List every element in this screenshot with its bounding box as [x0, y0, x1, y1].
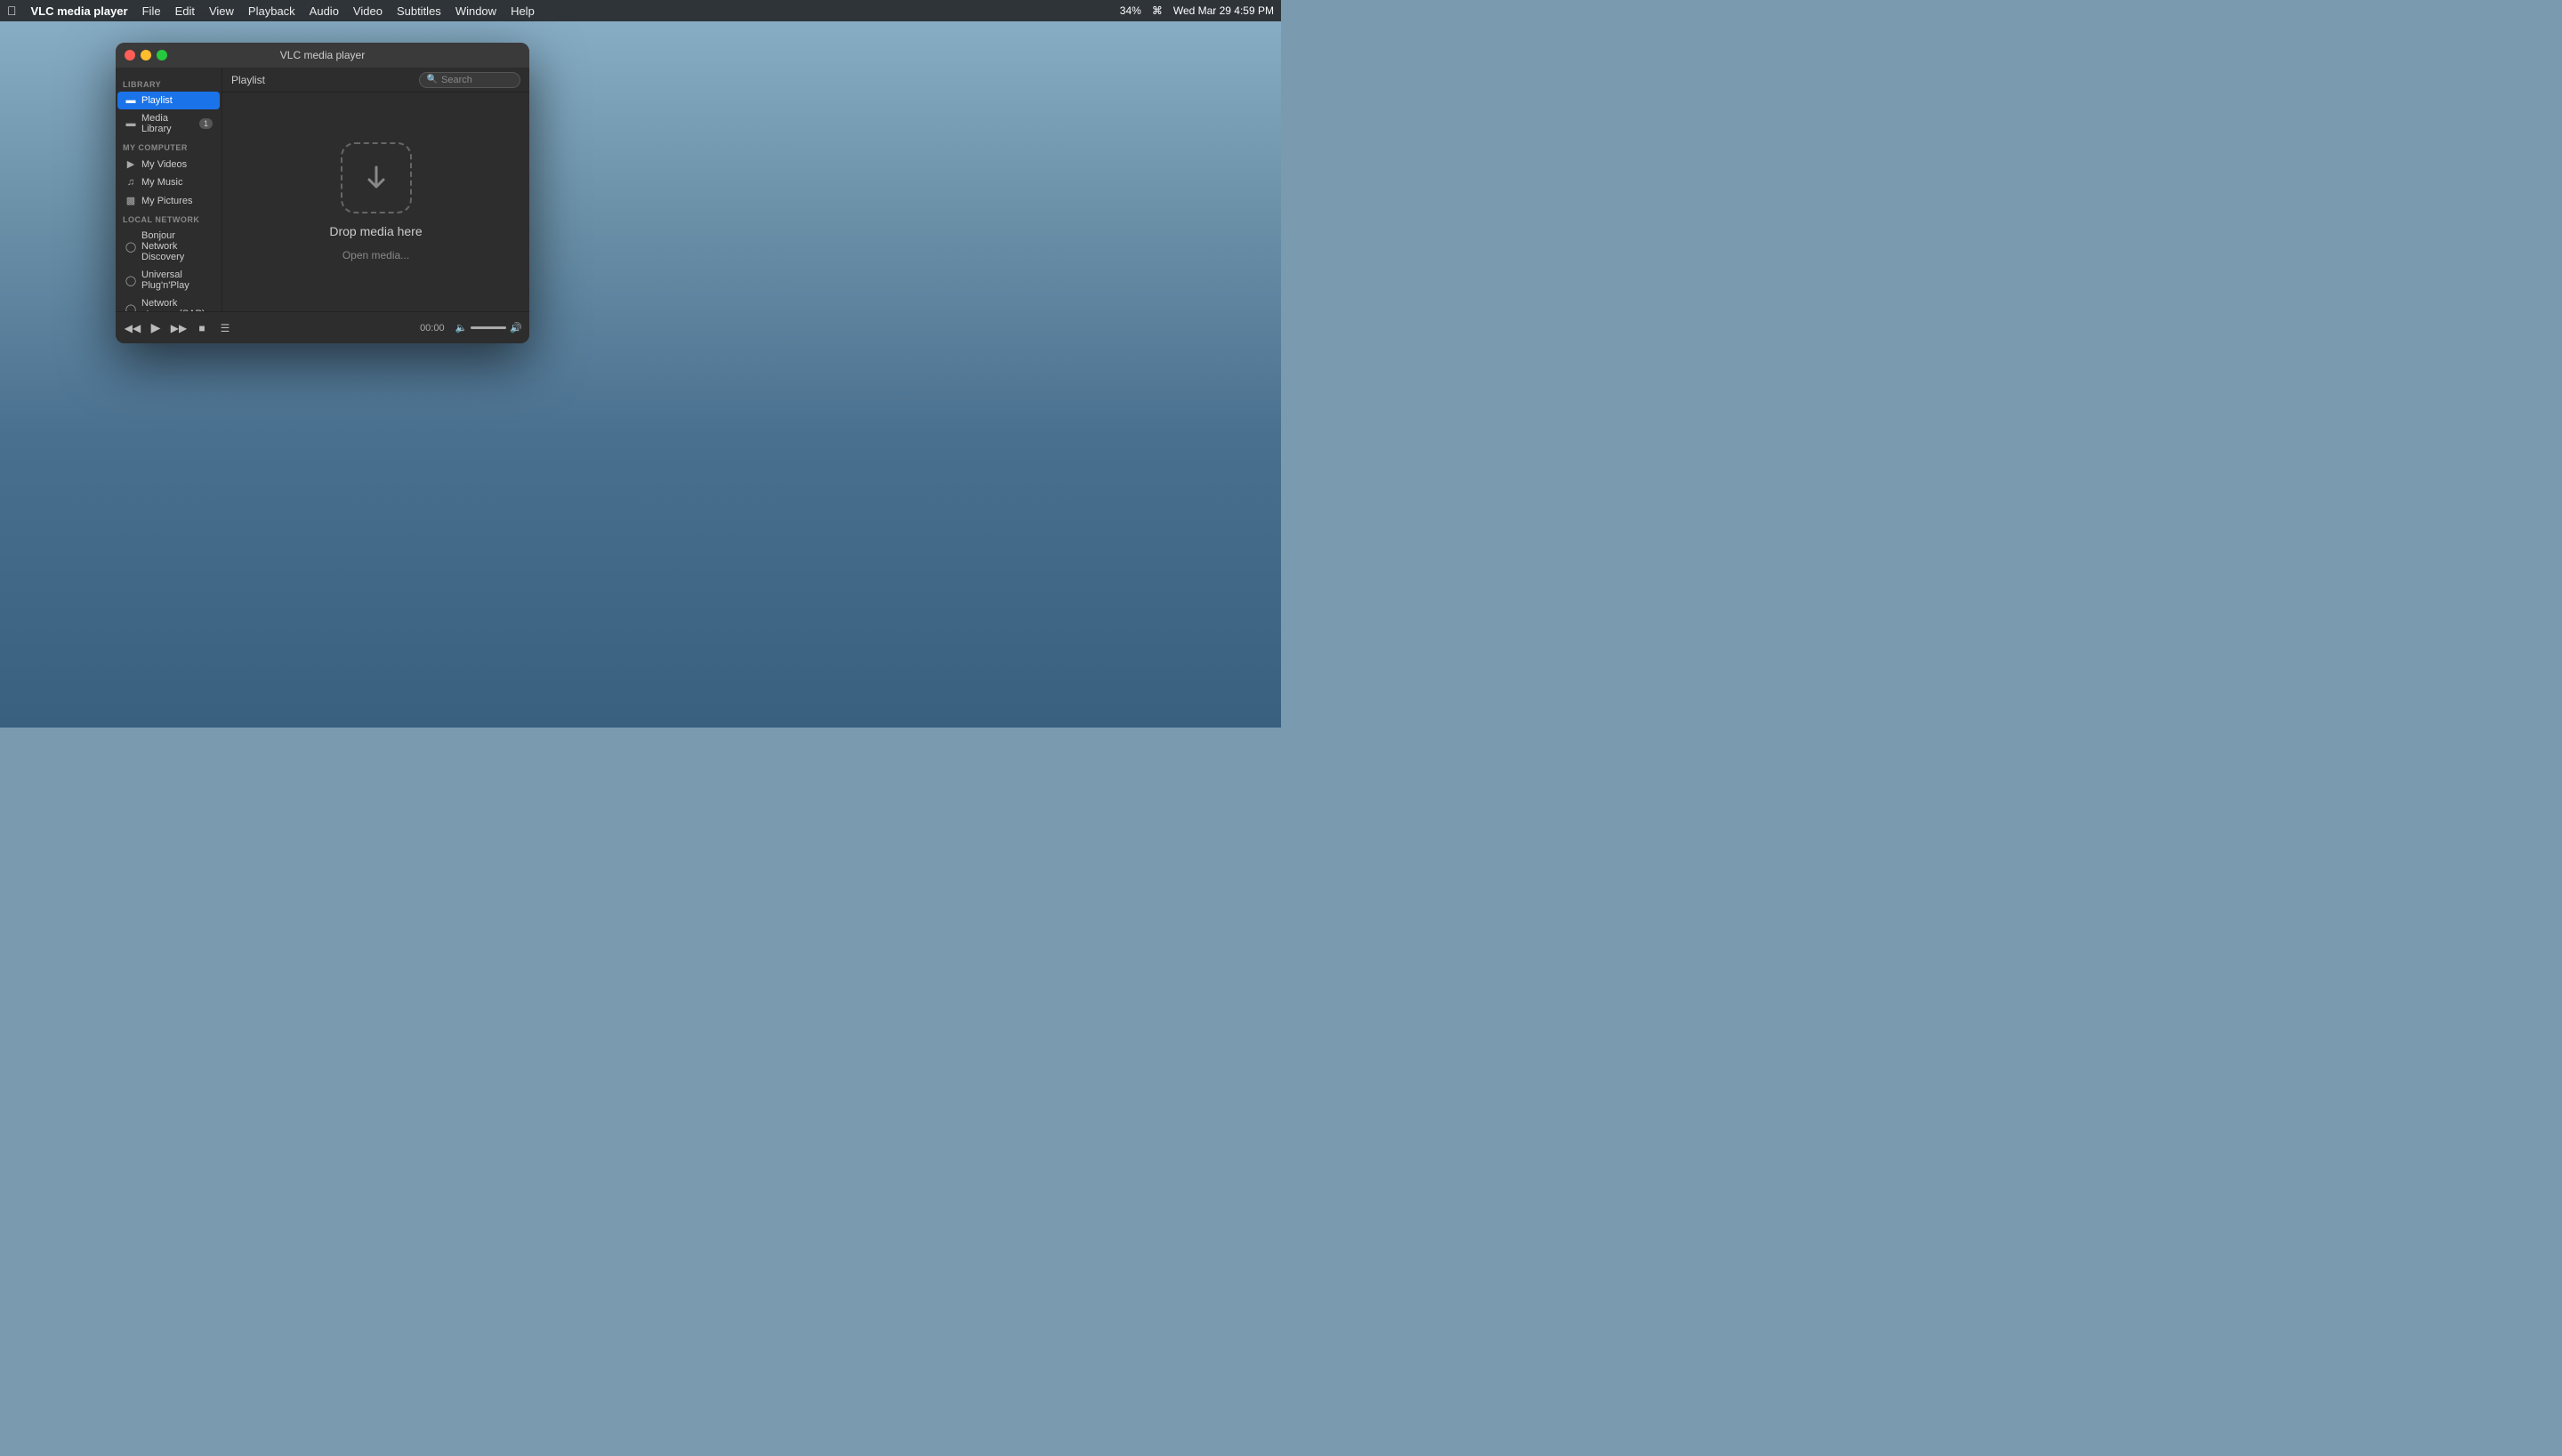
sidebar-item-playlist[interactable]: ▬ Playlist — [117, 92, 220, 109]
battery-indicator: 34% — [1120, 4, 1141, 17]
datetime: Wed Mar 29 4:59 PM — [1173, 4, 1274, 17]
volume-controls: 🔈 🔊 — [455, 322, 522, 334]
sap-icon: ◯ — [125, 303, 137, 312]
menubar:  VLC media player File Edit View Playba… — [0, 0, 1281, 21]
main-panel: Playlist 🔍 Drop media here Open media... — [222, 68, 529, 311]
bottom-controls: ◀◀ ▶ ▶▶ ■ ☰ 00:00 🔈 🔊 — [116, 311, 529, 343]
vlc-body: LIBRARY ▬ Playlist ▬ Media Library 1 MY … — [116, 68, 529, 311]
search-box: 🔍 — [419, 72, 520, 88]
drop-text: Drop media here — [329, 224, 422, 238]
search-input[interactable] — [441, 75, 512, 85]
menubar-left:  VLC media player File Edit View Playba… — [7, 4, 1120, 18]
sidebar-item-label: My Pictures — [141, 196, 192, 206]
media-library-icon: ▬ — [125, 118, 137, 129]
minimize-button[interactable] — [141, 50, 151, 60]
sidebar-item-label: My Music — [141, 177, 182, 188]
volume-fill — [471, 326, 506, 329]
drop-arrow-icon — [359, 160, 394, 196]
window-controls — [116, 50, 167, 60]
sidebar-item-my-music[interactable]: ♫ My Music — [117, 173, 220, 191]
sidebar-item-bonjour[interactable]: ◯ Bonjour Network Discovery — [117, 227, 220, 266]
sidebar-item-label: Network streams (SAP) — [141, 298, 213, 311]
close-button[interactable] — [125, 50, 135, 60]
menu-playback[interactable]: Playback — [248, 4, 295, 18]
window-title: VLC media player — [280, 49, 365, 61]
drop-icon-container — [341, 142, 412, 213]
menu-file[interactable]: File — [142, 4, 161, 18]
section-label-localnetwork: LOCAL NETWORK — [116, 210, 222, 227]
time-display: 00:00 — [420, 323, 445, 334]
titlebar: VLC media player — [116, 43, 529, 68]
playlist-button[interactable]: ☰ — [215, 318, 235, 338]
play-button[interactable]: ▶ — [146, 318, 165, 338]
sidebar-item-label: Playlist — [141, 95, 173, 106]
sidebar-item-media-library[interactable]: ▬ Media Library 1 — [117, 109, 220, 138]
playlist-icon: ▬ — [125, 95, 137, 106]
volume-slider[interactable] — [471, 326, 506, 329]
menu-window[interactable]: Window — [455, 4, 496, 18]
search-icon: 🔍 — [427, 75, 438, 84]
volume-max-icon: 🔊 — [510, 322, 522, 334]
bonjour-icon: ◯ — [125, 241, 137, 253]
rewind-button[interactable]: ◀◀ — [123, 318, 142, 338]
my-pictures-icon: ▩ — [125, 195, 137, 206]
my-videos-icon: ▶ — [125, 158, 137, 170]
sidebar-item-label: My Videos — [141, 159, 187, 170]
sidebar-item-upnp[interactable]: ◯ Universal Plug'n'Play — [117, 266, 220, 294]
menu-edit[interactable]: Edit — [175, 4, 195, 18]
menu-subtitles[interactable]: Subtitles — [397, 4, 441, 18]
panel-title: Playlist — [231, 74, 265, 86]
menu-audio[interactable]: Audio — [310, 4, 339, 18]
sidebar-item-label: Media Library — [141, 113, 195, 134]
section-label-library: LIBRARY — [116, 75, 222, 92]
sidebar-item-label: Bonjour Network Discovery — [141, 230, 213, 262]
maximize-button[interactable] — [157, 50, 167, 60]
sidebar: LIBRARY ▬ Playlist ▬ Media Library 1 MY … — [116, 68, 222, 311]
drop-zone: Drop media here Open media... — [222, 93, 529, 311]
upnp-icon: ◯ — [125, 275, 137, 286]
stop-button[interactable]: ■ — [192, 318, 212, 338]
sidebar-item-label: Universal Plug'n'Play — [141, 269, 213, 291]
menu-video[interactable]: Video — [353, 4, 383, 18]
volume-icon: 🔈 — [455, 322, 468, 334]
app-name: VLC media player — [31, 4, 128, 18]
menubar-right: 34% ⌘ Wed Mar 29 4:59 PM — [1120, 4, 1274, 17]
main-header: Playlist 🔍 — [222, 68, 529, 93]
media-library-badge: 1 — [199, 118, 213, 129]
wifi-icon: ⌘ — [1152, 4, 1163, 17]
sidebar-item-sap[interactable]: ◯ Network streams (SAP) — [117, 294, 220, 311]
menu-view[interactable]: View — [209, 4, 234, 18]
my-music-icon: ♫ — [125, 177, 137, 188]
apple-menu[interactable]:  — [7, 4, 17, 18]
open-media-button[interactable]: Open media... — [342, 249, 409, 261]
menu-help[interactable]: Help — [511, 4, 535, 18]
forward-button[interactable]: ▶▶ — [169, 318, 189, 338]
vlc-window: VLC media player LIBRARY ▬ Playlist ▬ Me… — [116, 43, 529, 343]
section-label-mycomputer: MY COMPUTER — [116, 138, 222, 155]
sidebar-item-my-videos[interactable]: ▶ My Videos — [117, 155, 220, 173]
sidebar-item-my-pictures[interactable]: ▩ My Pictures — [117, 191, 220, 210]
